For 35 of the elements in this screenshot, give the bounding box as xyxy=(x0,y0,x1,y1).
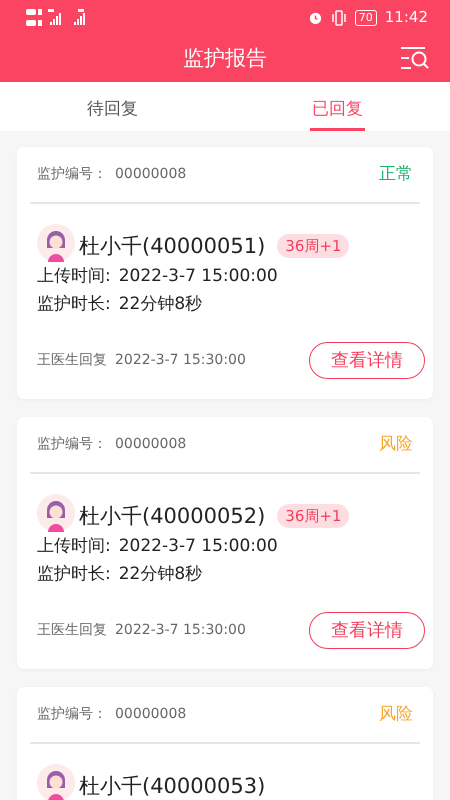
reply-time: 2022-3-7 15:30:00 xyxy=(115,351,246,370)
patient-name: 杜小千(40000053) xyxy=(79,772,266,800)
field-value: 22分钟8秒 xyxy=(118,563,202,586)
status-time: 11:42 xyxy=(384,7,428,28)
field-label: 上传时间: xyxy=(37,265,111,288)
reply-label: 王医生回复 xyxy=(37,621,107,640)
field-label: 监护时长: xyxy=(37,293,111,316)
monitor-number: 00000008 xyxy=(115,705,186,724)
status-text: 风险 xyxy=(379,432,413,456)
week-tag: 36周+1 xyxy=(277,234,350,258)
view-details-button[interactable]: 查看详情 xyxy=(309,342,425,379)
view-details-button[interactable]: 查看详情 xyxy=(309,612,425,649)
patient-name: 杜小千(40000052) xyxy=(79,502,266,530)
field-value: 22分钟8秒 xyxy=(118,293,202,316)
reply-label: 王医生回复 xyxy=(37,351,107,370)
field-label: 上传时间: xyxy=(37,535,111,558)
field-label: 监护编号： xyxy=(37,435,107,454)
patient-name: 杜小千(40000051) xyxy=(79,232,266,260)
monitor-number: 00000008 xyxy=(115,165,186,184)
vibrate-icon xyxy=(330,10,347,26)
battery-icon: 70 xyxy=(354,10,377,26)
page-title: 监护报告 xyxy=(183,44,267,72)
tab[interactable]: 待回复 xyxy=(85,88,140,131)
reply-time: 2022-3-7 15:30:00 xyxy=(115,621,246,640)
status-text: 正常 xyxy=(379,162,413,186)
tab[interactable]: 已回复 xyxy=(310,88,365,131)
field-value: 2022-3-7 15:00:00 xyxy=(118,535,278,558)
field-value: 2022-3-7 15:00:00 xyxy=(118,265,278,288)
week-tag: 36周+1 xyxy=(277,504,350,528)
status-text: 风险 xyxy=(379,702,413,726)
alarm-icon xyxy=(308,10,323,25)
monitor-number: 00000008 xyxy=(115,435,186,454)
field-label: 监护编号： xyxy=(37,705,107,724)
field-label: 监护编号： xyxy=(37,165,107,184)
field-label: 监护时长: xyxy=(37,563,111,586)
